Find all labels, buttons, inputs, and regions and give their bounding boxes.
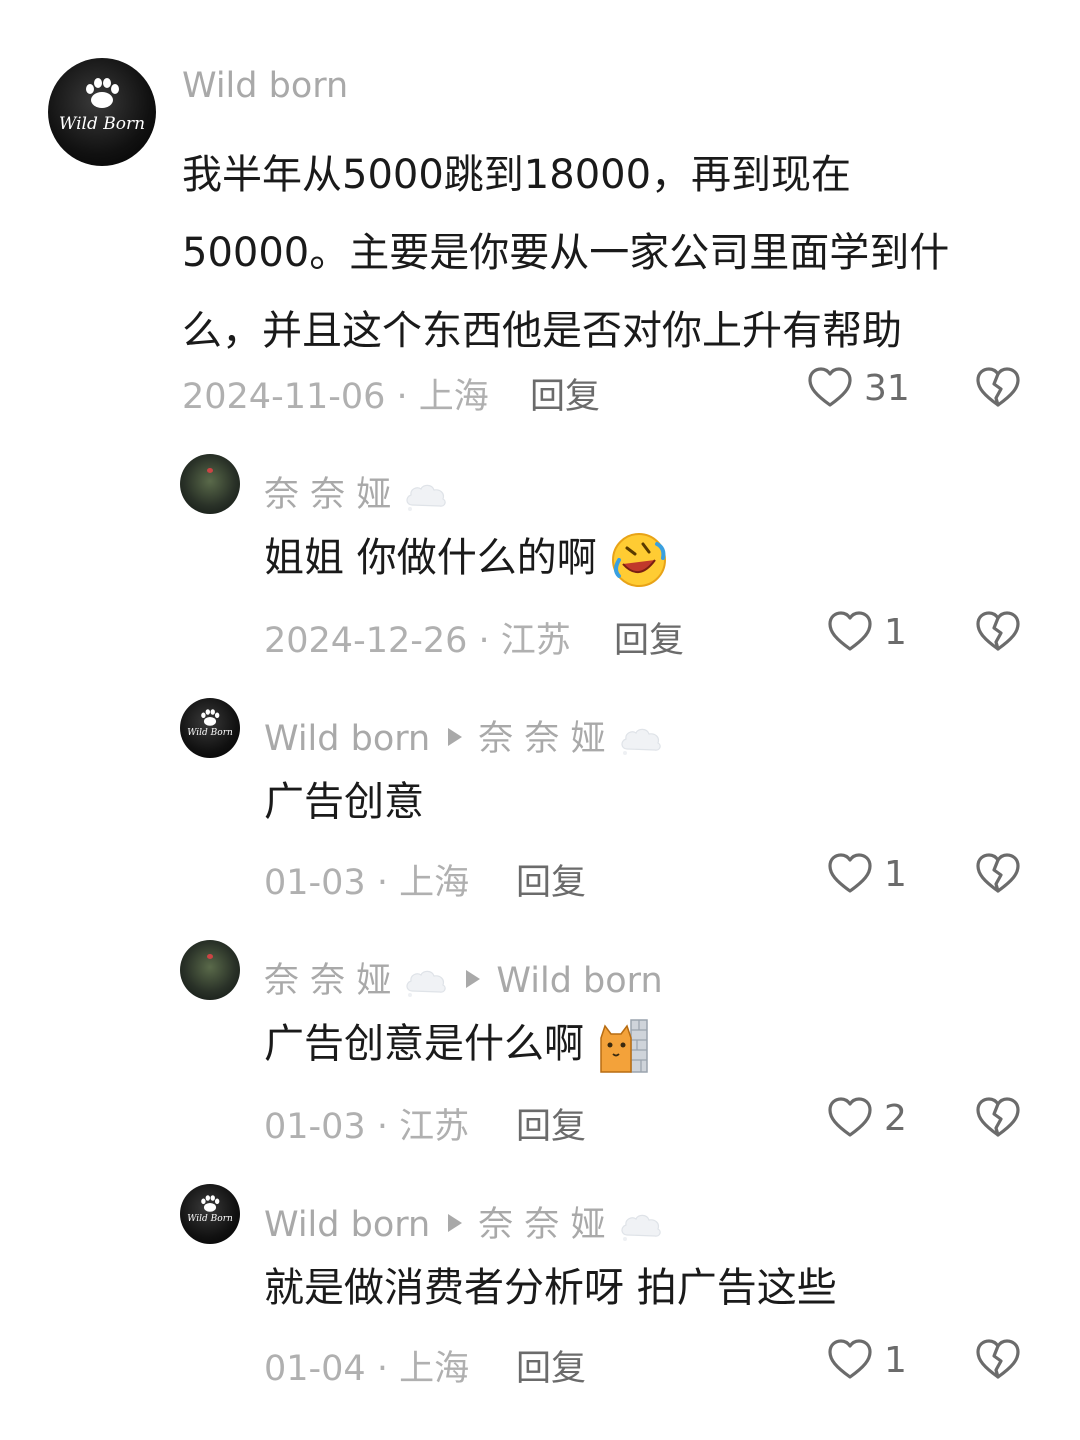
reply-button[interactable]: 回复 [516, 1340, 586, 1391]
broken-heart-icon[interactable] [974, 1094, 1022, 1142]
avatar-detail [207, 468, 213, 473]
comment-author[interactable]: 奈 奈 娅 [264, 466, 448, 517]
heart-outline-icon [826, 1094, 874, 1142]
paw-logo-icon [199, 708, 221, 727]
paw-logo-icon [82, 76, 122, 110]
avatar[interactable]: Wild Born [48, 58, 156, 166]
author-name: Wild born [264, 719, 431, 759]
broken-heart-icon[interactable] [974, 850, 1022, 898]
broken-heart-icon[interactable] [974, 1336, 1022, 1384]
comment-text: 就是做消费者分析呀 拍广告这些 [264, 1265, 837, 1311]
comment-text: 我半年从5000跳到18000，再到现在 50000。主要是你要从一家公司里面学… [182, 136, 1042, 370]
like-button[interactable]: 1 [826, 608, 907, 656]
reply-to-name: 奈 奈 娅 [478, 719, 606, 759]
comment-author[interactable]: Wild born 奈 奈 娅 [264, 710, 663, 761]
like-count: 2 [884, 1097, 907, 1139]
thought-cloud-emoji [404, 479, 448, 513]
broken-heart-icon[interactable] [974, 364, 1022, 412]
avatar-logo-text: Wild Born [187, 728, 233, 738]
avatar-logo-text: Wild Born [58, 114, 146, 134]
reply-button[interactable]: 回复 [614, 612, 684, 663]
comment-text-line: 我半年从5000跳到18000，再到现在 [182, 152, 852, 198]
comment-author[interactable]: 奈 奈 娅 Wild born [264, 952, 663, 1003]
comment-text-content: 姐姐 你做什么的啊 [264, 535, 597, 581]
thought-cloud-emoji [404, 965, 448, 999]
comment-text: 广告创意是什么啊 [264, 1016, 649, 1074]
author-name: Wild born [264, 1205, 431, 1245]
avatar[interactable]: Wild Born [180, 698, 240, 758]
like-button[interactable]: 31 [806, 364, 910, 412]
like-count: 1 [884, 853, 907, 895]
comment-date-location: 01-03 · 江苏 [264, 1107, 470, 1147]
comment-author[interactable]: Wild born [182, 66, 348, 106]
avatar-logo-text: Wild Born [187, 1214, 233, 1224]
triangle-right-icon [448, 1214, 463, 1232]
reply-button[interactable]: 回复 [530, 368, 600, 419]
avatar-detail [207, 954, 213, 959]
rolling-laughing-emoji [612, 533, 667, 587]
like-count: 1 [884, 1339, 907, 1381]
heart-outline-icon [806, 364, 854, 412]
comment-text: 姐姐 你做什么的啊 [264, 530, 669, 590]
heart-outline-icon [826, 1336, 874, 1384]
reply-button[interactable]: 回复 [516, 854, 586, 905]
broken-heart-icon[interactable] [974, 608, 1022, 656]
comment-text-content: 广告创意是什么啊 [264, 1021, 584, 1067]
reply-button[interactable]: 回复 [516, 1098, 586, 1149]
avatar[interactable] [180, 454, 240, 514]
paw-logo-icon [199, 1194, 221, 1213]
like-button[interactable]: 1 [826, 1336, 907, 1384]
thought-cloud-emoji [619, 1209, 663, 1243]
comment-text-line: 么，并且这个东西他是否对你上升有帮助 [182, 308, 902, 354]
like-button[interactable]: 1 [826, 850, 907, 898]
comment-date-location: 2024-11-06 · 上海 [182, 377, 489, 417]
heart-outline-icon [826, 850, 874, 898]
avatar[interactable] [180, 940, 240, 1000]
heart-outline-icon [826, 608, 874, 656]
comment-date-location: 2024-12-26 · 江苏 [264, 621, 571, 661]
comment-author[interactable]: Wild born 奈 奈 娅 [264, 1196, 663, 1247]
comment-date-location: 01-04 · 上海 [264, 1349, 470, 1389]
triangle-right-icon [466, 970, 481, 988]
triangle-right-icon [448, 728, 463, 746]
reply-to-name: 奈 奈 娅 [478, 1205, 606, 1245]
thought-cloud-emoji [619, 723, 663, 757]
like-count: 31 [864, 367, 910, 409]
comment-text-line: 50000。主要是你要从一家公司里面学到什 [182, 230, 950, 276]
reply-to-name: Wild born [496, 961, 663, 1001]
comment-text: 广告创意 [264, 779, 424, 825]
cat-peeking-wall-emoji [599, 1019, 648, 1073]
like-button[interactable]: 2 [826, 1094, 907, 1142]
author-name: 奈 奈 娅 [264, 475, 392, 515]
avatar[interactable]: Wild Born [180, 1184, 240, 1244]
author-name: 奈 奈 娅 [264, 961, 392, 1001]
like-count: 1 [884, 611, 907, 653]
comment-date-location: 01-03 · 上海 [264, 863, 470, 903]
